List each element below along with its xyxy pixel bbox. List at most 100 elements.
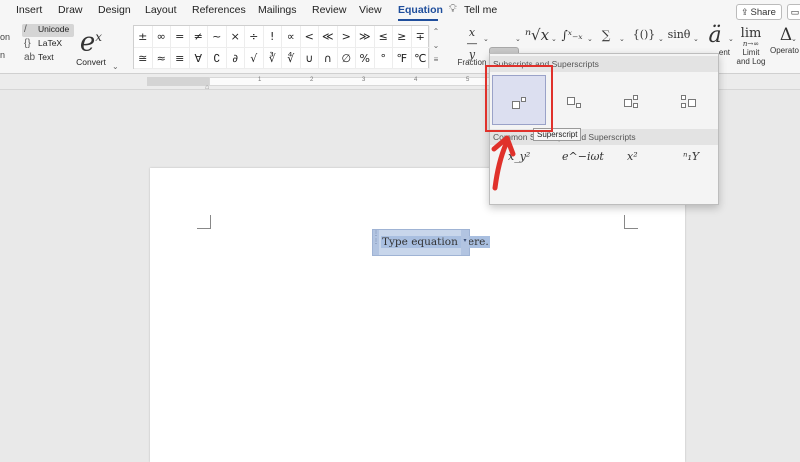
- symbol-button[interactable]: ≥: [393, 26, 412, 48]
- symbol-button[interactable]: ∓: [411, 26, 430, 48]
- tell-me-search[interactable]: Tell me: [464, 4, 497, 16]
- radical-button[interactable]: ⁿ√x: [524, 24, 550, 46]
- symbol-gallery: ± ∞ = ≠ ~ × ÷ ! ∝ < ≪ > ≫ ≤ ≥ ∓ ≅ ≈ ≡ ∀ …: [133, 25, 430, 69]
- symbol-button[interactable]: ∪: [300, 48, 319, 69]
- highlight-annotation-box: [485, 65, 553, 132]
- tab-mailings[interactable]: Mailings: [258, 4, 297, 16]
- symbol-button[interactable]: ∜: [282, 48, 301, 69]
- text-option[interactable]: ab Text: [22, 52, 74, 65]
- symbol-button[interactable]: ÷: [245, 26, 264, 48]
- symbol-button[interactable]: °: [374, 48, 393, 69]
- chevron-down-icon[interactable]: ⌄: [515, 35, 521, 43]
- symbol-button[interactable]: ×: [226, 26, 245, 48]
- function-button[interactable]: sinθ: [664, 24, 694, 46]
- symbol-button[interactable]: ℃: [411, 48, 430, 69]
- slash-icon: /: [24, 24, 27, 35]
- chevron-down-icon[interactable]: ⌄: [112, 62, 119, 71]
- subscript-box-icon: [681, 103, 686, 108]
- symbol-button[interactable]: =: [171, 26, 190, 48]
- chevron-down-icon[interactable]: ⌄: [728, 35, 734, 43]
- subscript-box-icon: [633, 103, 638, 108]
- limit-icon: lim: [740, 26, 762, 41]
- fraction-button[interactable]: x — y Fraction: [455, 24, 489, 67]
- ruler-number: 5: [466, 77, 470, 83]
- symbol-button[interactable]: ∂: [226, 48, 245, 69]
- symbol-button[interactable]: ∅: [337, 48, 356, 69]
- document-page[interactable]: ⋮ ⋮ Type equation here. ▾: [150, 168, 685, 462]
- operator-label: Operato: [770, 46, 799, 55]
- symbol-button[interactable]: ∛: [263, 48, 282, 69]
- symbol-button[interactable]: ∩: [319, 48, 338, 69]
- symbol-button[interactable]: ∝: [282, 26, 301, 48]
- chevron-down-icon[interactable]: ⌄: [658, 35, 664, 43]
- more-icon[interactable]: ≡: [431, 53, 441, 67]
- equation-placeholder-box[interactable]: ⋮ ⋮ Type equation here. ▾: [372, 229, 490, 256]
- latex-option[interactable]: {} LaTeX: [22, 38, 74, 51]
- tab-view[interactable]: View: [359, 4, 382, 16]
- equation-options-icon[interactable]: ▾: [461, 230, 469, 255]
- chevron-down-icon[interactable]: ⌄: [693, 35, 699, 43]
- chevron-up-icon[interactable]: ⌃: [431, 25, 441, 39]
- share-button[interactable]: ⇪ Share: [736, 4, 782, 20]
- chevron-down-icon[interactable]: ⌄: [483, 35, 489, 43]
- symbol-button[interactable]: ℉: [393, 48, 412, 69]
- left-subscript-superscript-option[interactable]: [662, 75, 714, 125]
- convert-label: Convert: [76, 56, 106, 67]
- chevron-down-icon[interactable]: ⌄: [619, 35, 625, 43]
- exponent-box-icon: [681, 95, 686, 100]
- equation-drag-handle[interactable]: ⋮ ⋮: [373, 230, 379, 255]
- subscript-option[interactable]: [549, 75, 601, 125]
- chevron-down-icon[interactable]: ⌄: [587, 35, 593, 43]
- margin-corner-mark: [624, 215, 638, 229]
- symbol-button[interactable]: ≅: [134, 48, 153, 69]
- symbol-gallery-scroll[interactable]: ⌃ ⌄ ≡: [431, 25, 441, 69]
- symbol-button[interactable]: <: [300, 26, 319, 48]
- tab-design[interactable]: Design: [98, 4, 131, 16]
- symbol-button[interactable]: ≫: [356, 26, 375, 48]
- common-script-option[interactable]: ⁿ₁Y: [683, 150, 699, 163]
- ruler-number: 2: [310, 77, 314, 83]
- common-script-option[interactable]: x²: [627, 150, 638, 163]
- accent-icon: ä: [708, 23, 722, 48]
- limit-label-1: Limit: [742, 48, 760, 57]
- limit-and-log-button[interactable]: lim n→∞ Limit and Log: [734, 24, 768, 66]
- integral-button[interactable]: ∫ˣ₋ₓ: [559, 24, 585, 46]
- symbol-button[interactable]: ∀: [189, 48, 208, 69]
- tab-references[interactable]: References: [192, 4, 246, 16]
- chevron-down-icon[interactable]: ⌄: [431, 39, 441, 53]
- symbol-button[interactable]: ∞: [152, 26, 171, 48]
- symbol-button[interactable]: !: [263, 26, 282, 48]
- indent-marker-icon[interactable]: ⌂: [205, 84, 209, 91]
- common-script-option[interactable]: e^−iωt: [562, 150, 604, 163]
- large-operator-button[interactable]: ∑: [598, 24, 614, 46]
- subscript-superscript-option[interactable]: [606, 75, 658, 125]
- bracket-button[interactable]: {()}: [629, 24, 659, 46]
- symbol-button[interactable]: %: [356, 48, 375, 69]
- tab-layout[interactable]: Layout: [145, 4, 177, 16]
- equation-placeholder-text[interactable]: Type equation here.: [381, 236, 490, 248]
- symbol-button[interactable]: ≪: [319, 26, 338, 48]
- symbol-button[interactable]: ±: [134, 26, 153, 48]
- symbol-button[interactable]: ≈: [152, 48, 171, 69]
- symbol-button[interactable]: >: [337, 26, 356, 48]
- symbol-button[interactable]: ≠: [189, 26, 208, 48]
- tab-draw[interactable]: Draw: [58, 4, 83, 16]
- exponent-box-icon: [633, 95, 638, 100]
- convert-button[interactable]: ex Convert: [74, 24, 108, 70]
- tab-review[interactable]: Review: [312, 4, 346, 16]
- chevron-down-icon[interactable]: ⌄: [791, 35, 797, 43]
- share-label: Share: [750, 7, 776, 18]
- comments-button[interactable]: ▭: [787, 4, 800, 20]
- symbol-button[interactable]: ≤: [374, 26, 393, 48]
- symbol-button[interactable]: ∁: [208, 48, 227, 69]
- tab-insert[interactable]: Insert: [16, 4, 42, 16]
- chevron-down-icon[interactable]: ⌄: [551, 35, 557, 43]
- unicode-label: Unicode: [38, 24, 70, 34]
- symbol-button[interactable]: ~: [208, 26, 227, 48]
- tab-equation[interactable]: Equation: [398, 4, 443, 16]
- symbol-button[interactable]: √: [245, 48, 264, 69]
- ruler-number: 1: [258, 77, 262, 83]
- unicode-option[interactable]: / Unicode: [22, 24, 74, 37]
- conversion-list: / Unicode {} LaTeX ab Text: [22, 24, 74, 66]
- symbol-button[interactable]: ≡: [171, 48, 190, 69]
